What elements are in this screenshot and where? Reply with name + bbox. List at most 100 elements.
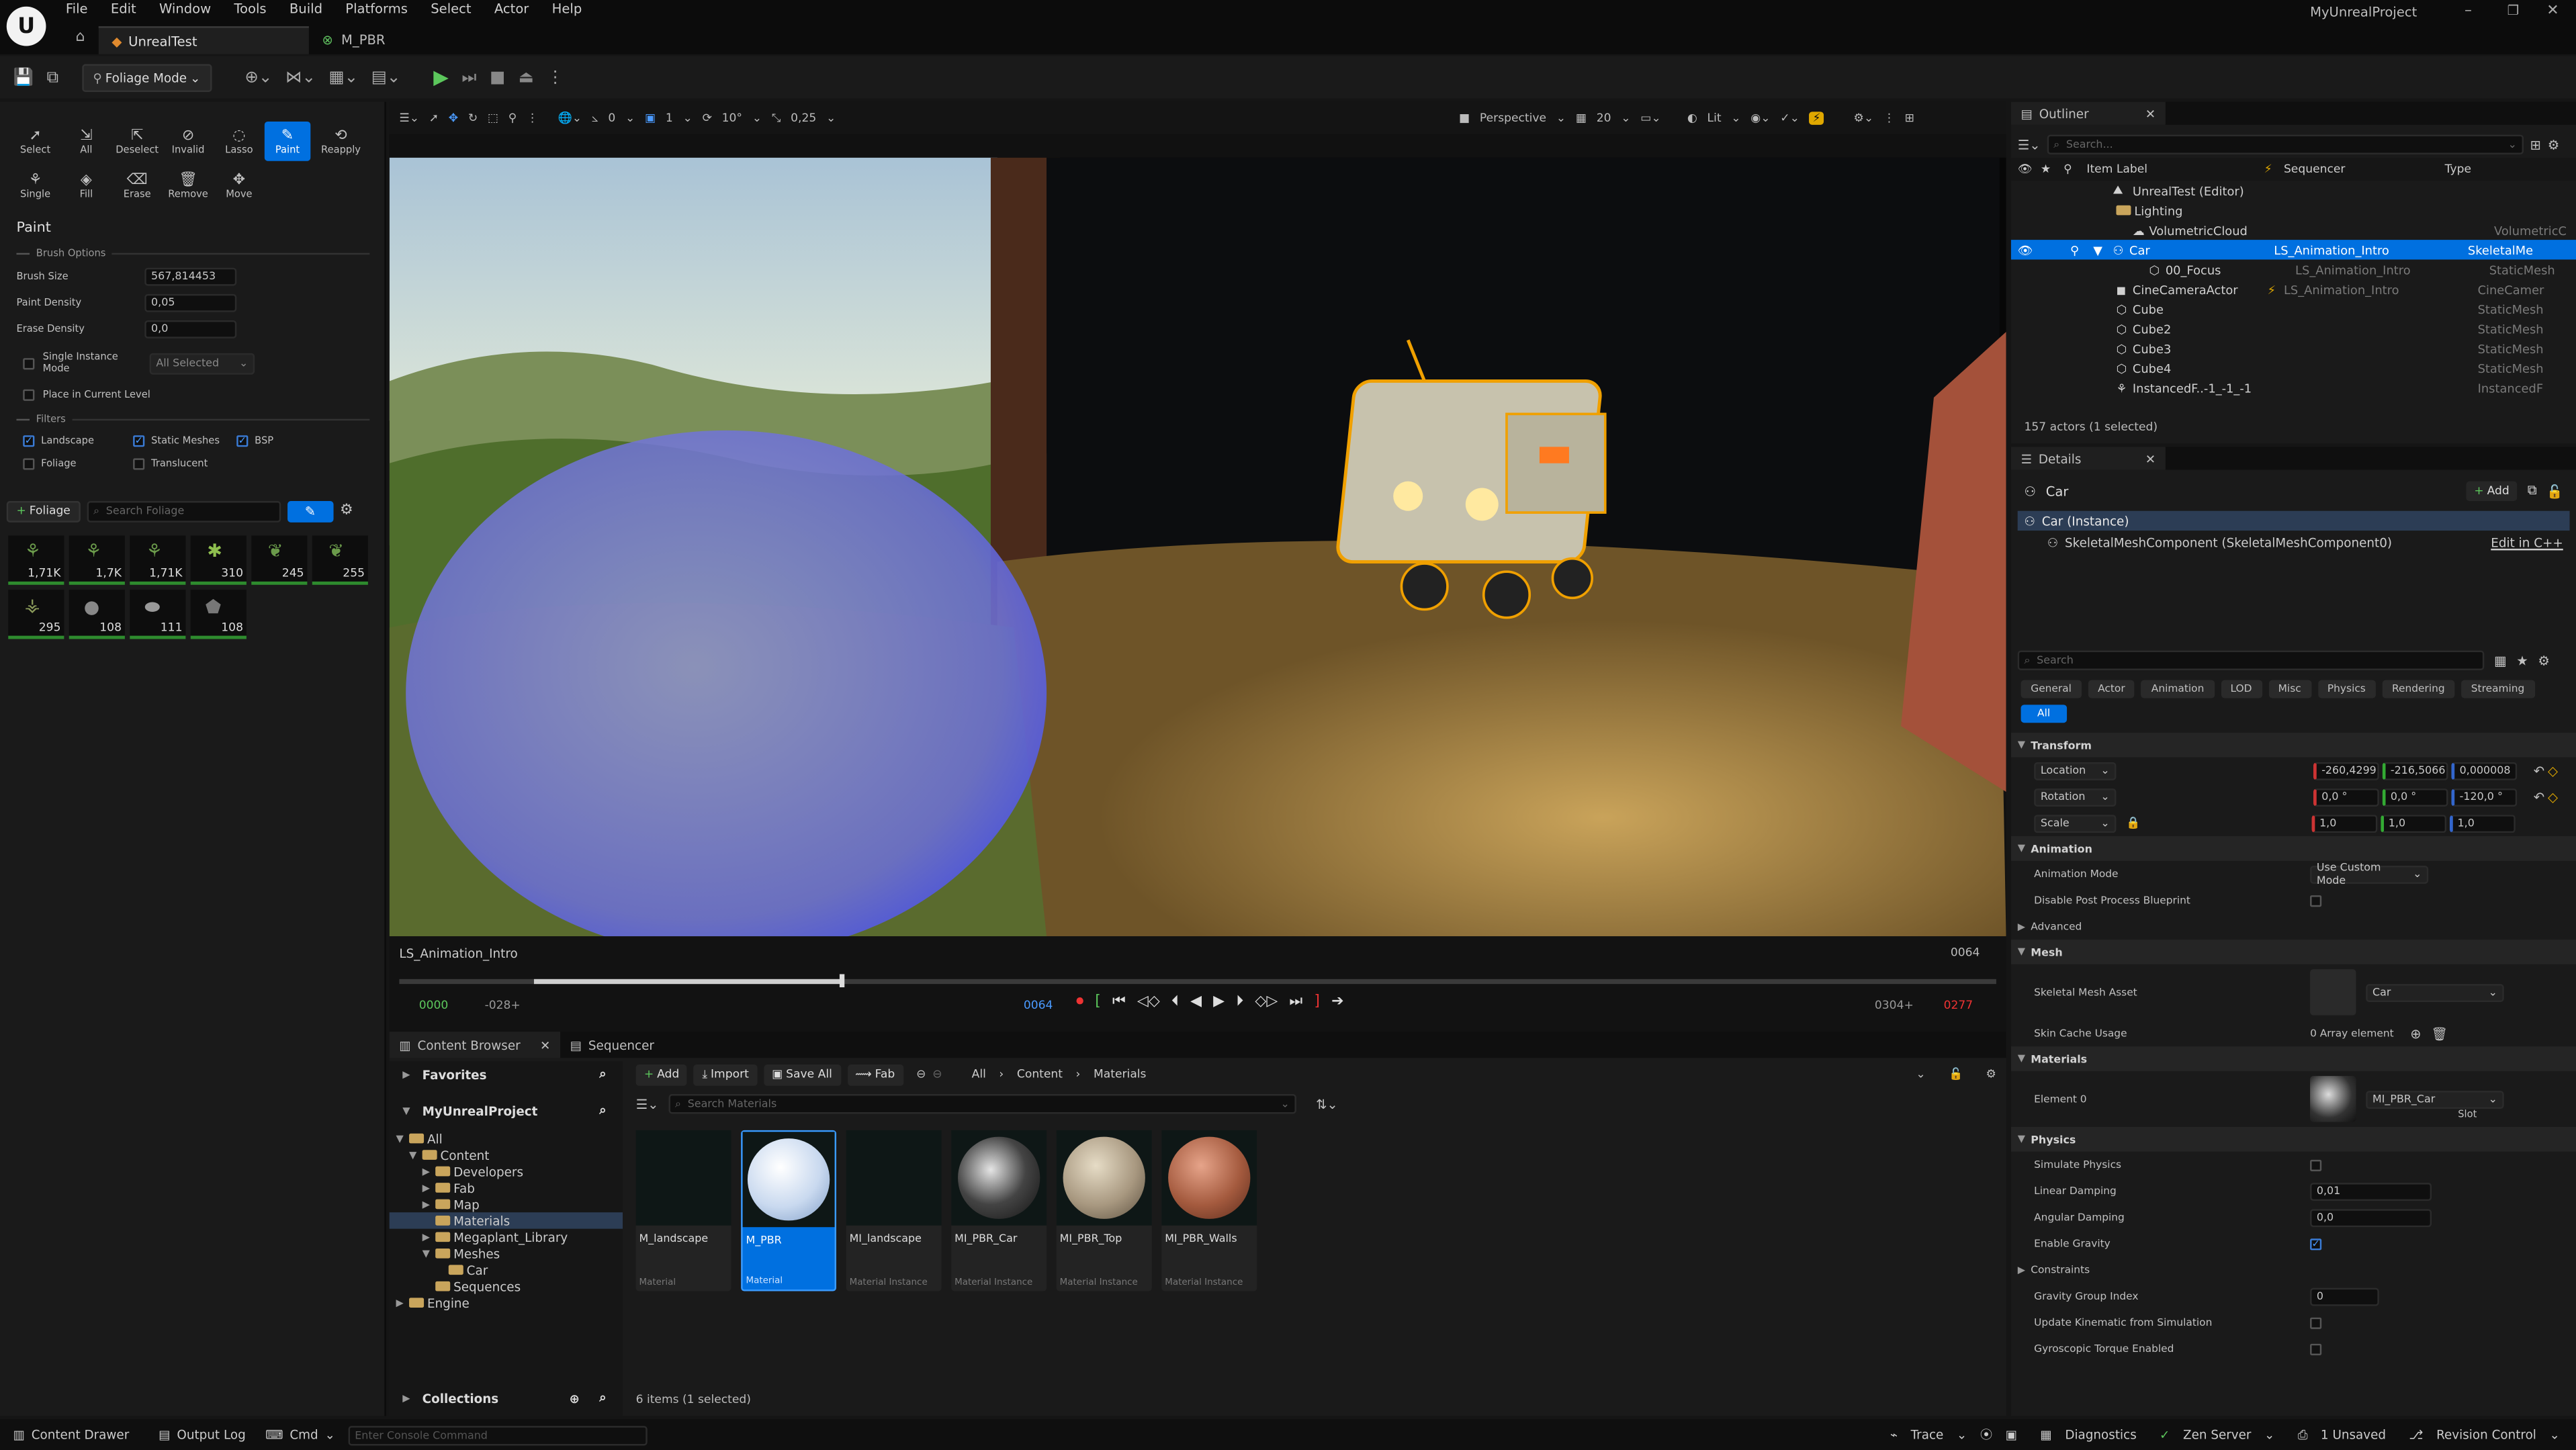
menu-tools[interactable]: Tools (234, 1, 266, 16)
outliner-row[interactable]: ⬡ Cube3 StaticMesh (2011, 338, 2576, 358)
cat-physics[interactable]: Physics (2317, 680, 2376, 698)
console-input[interactable]: Enter Console Command (348, 1424, 648, 1445)
disable-pp-checkbox[interactable] (2310, 894, 2322, 906)
tree-item[interactable]: ▶ Fab (390, 1179, 623, 1195)
outliner-row[interactable]: ⬡ Cube4 StaticMesh (2011, 358, 2576, 377)
unreal-logo[interactable]: U (6, 6, 46, 46)
rotation-snap-value[interactable]: 10° (722, 111, 742, 125)
tree-item[interactable]: ▼ Content (390, 1146, 623, 1163)
tab-outliner[interactable]: ▤ Outliner ✕ (2010, 101, 2166, 125)
grid-snap-value[interactable]: 1 (666, 111, 673, 125)
foliage-item[interactable]: ⬬ 111 (130, 590, 186, 639)
cat-rendering[interactable]: Rendering (2382, 680, 2455, 698)
output-log-button[interactable]: ▤ Output Log (152, 1428, 252, 1443)
cmd-dropdown[interactable]: ⌨ Cmd ⌄ (259, 1428, 341, 1443)
add-element-icon[interactable]: ⊕ (2410, 1026, 2421, 1041)
cat-actor[interactable]: Actor (2088, 680, 2135, 698)
scale-snap-value[interactable]: 0,25 (791, 111, 816, 125)
close-icon[interactable]: ✕ (2145, 106, 2156, 121)
outliner-row-selected[interactable]: 👁 ⚲ ▼ ⚇ Car LS_Animation_Intro SkeletalMe (2010, 240, 2576, 260)
outliner-row[interactable]: ⬡ Cube StaticMesh (2011, 299, 2576, 318)
jump-start-icon[interactable]: ⏮ (1112, 994, 1126, 1010)
realtime-icon[interactable]: ⚡ (1809, 111, 1824, 125)
revision-control-button[interactable]: Revision Control (2436, 1428, 2536, 1443)
playhead[interactable] (839, 974, 845, 988)
tab-sequencer[interactable]: ▤ Sequencer (570, 1038, 654, 1052)
foliage-item[interactable]: ⚘ 1,7K (69, 535, 125, 585)
tool-reapply[interactable]: ⟲ Reapply (316, 122, 367, 161)
menu-platforms[interactable]: Platforms (345, 1, 408, 16)
unsaved-icon[interactable]: ⎙ (2298, 1426, 2308, 1443)
scale-z[interactable]: 1,0 (2449, 813, 2516, 832)
menu-edit[interactable]: Edit (111, 1, 136, 16)
breadcrumb-item[interactable]: Content (1017, 1068, 1063, 1081)
tab-unrealtest[interactable]: ◆ UnrealTest (98, 26, 309, 54)
angular-damping-field[interactable]: 0,0 (2310, 1208, 2432, 1226)
scale-icon[interactable]: ⬚ (488, 111, 498, 125)
translate-icon[interactable]: ✥ (449, 111, 458, 125)
keyframe-icon[interactable]: ◇ (2548, 763, 2558, 778)
column-type[interactable]: Type (2445, 163, 2471, 176)
advanced-row[interactable]: ▶ Advanced (2011, 913, 2576, 940)
filter-foliage-checkbox[interactable] (23, 457, 35, 469)
asset-tile[interactable]: MI_PBR_Car Material Instance (951, 1130, 1047, 1292)
level-viewport[interactable] (389, 134, 2006, 937)
location-z[interactable]: 0,000008 (2451, 761, 2518, 780)
favorites-header[interactable]: ▶ Favorites ⌕ (390, 1061, 623, 1087)
show-icon[interactable]: ◉⌄ (1750, 111, 1770, 125)
mode-dropdown[interactable]: ⚲ Foliage Mode ⌄ (81, 63, 212, 91)
add-collection-icon[interactable]: ⊕ (570, 1391, 580, 1406)
next-key-icon[interactable]: ◇▷ (1255, 994, 1278, 1010)
save-all-button[interactable]: ▣ Save All (763, 1063, 841, 1085)
grid-snap-icon[interactable]: ▣ (645, 111, 656, 125)
lock-icon[interactable]: 🔓 (1949, 1068, 1963, 1081)
add-button[interactable]: + Add (635, 1063, 688, 1085)
home-icon[interactable]: ⌂ (76, 30, 85, 46)
import-button[interactable]: ⤓ Import (694, 1063, 758, 1085)
outliner-row[interactable]: ⚘ InstancedF..-1_-1_-1 InstancedF (2011, 378, 2576, 398)
rotation-snap-icon[interactable]: ⟳ (703, 111, 712, 125)
gravity-group-field[interactable]: 0 (2310, 1287, 2379, 1306)
prev-key-icon[interactable]: ◁◇ (1137, 994, 1160, 1010)
section-physics[interactable]: ▼ Physics (2010, 1126, 2576, 1152)
revision-control-icon[interactable]: ⎇ (2409, 1428, 2423, 1443)
rotation-x[interactable]: 0,0 ° (2313, 787, 2379, 806)
outliner-row[interactable]: ⛰ UnrealTest (Editor) (2011, 181, 2576, 200)
table-view-icon[interactable]: ▦ (2494, 653, 2506, 668)
tree-item[interactable]: ▼ All (390, 1130, 623, 1146)
close-icon[interactable]: ✕ (2145, 451, 2156, 465)
pin-icon[interactable]: ⚲ (2070, 242, 2093, 257)
section-mesh[interactable]: ▼ Mesh (2010, 940, 2576, 964)
start-offset[interactable]: -028+ (485, 999, 521, 1012)
column-item-label[interactable]: Item Label (2086, 163, 2264, 176)
tab-details[interactable]: ☰ Details ✕ (2010, 447, 2166, 470)
skeletal-mesh-dropdown[interactable]: Car ⌄ (2366, 983, 2504, 1001)
cat-animation[interactable]: Animation (2141, 680, 2215, 698)
fab-button[interactable]: ⟿ Fab (846, 1063, 903, 1085)
outliner-row[interactable]: ☁ VolumetricCloud VolumetricC (2011, 220, 2576, 240)
viewport-menu-icon[interactable]: ☰⌄ (399, 111, 419, 125)
end-offset[interactable]: 0304+ (1875, 999, 1914, 1012)
asset-tile[interactable]: MI_PBR_Top Material Instance (1056, 1130, 1152, 1292)
menu-actor[interactable]: Actor (494, 1, 529, 16)
rotation-z[interactable]: -120,0 ° (2451, 787, 2518, 806)
location-x[interactable]: -260,4299 (2313, 761, 2379, 780)
breadcrumb-item[interactable]: All (972, 1068, 986, 1081)
blueprint-icon[interactable]: ⧉ (2528, 483, 2537, 499)
play-reverse-icon[interactable]: ◀ (1190, 994, 1202, 1010)
search-icon[interactable]: ⌕ (599, 1390, 606, 1406)
set-start-icon[interactable]: [ (1095, 994, 1101, 1010)
foliage-item[interactable]: ⚶ 295 (8, 590, 64, 639)
sort-icon[interactable]: ⇅⌄ (1316, 1097, 1338, 1112)
scale-x[interactable]: 1,0 (2311, 813, 2377, 832)
reset-icon[interactable]: ↶ (2534, 789, 2544, 804)
search-icon[interactable]: ⌕ (599, 1102, 606, 1118)
rotation-y[interactable]: 0,0 ° (2382, 787, 2448, 806)
select-mode-icon[interactable]: ➚ (429, 111, 439, 125)
asset-tile[interactable]: M_landscape Material (635, 1130, 731, 1292)
column-sequencer[interactable]: Sequencer (2284, 163, 2445, 176)
animation-mode-dropdown[interactable]: Use Custom Mode ⌄ (2310, 861, 2429, 887)
foliage-item[interactable]: ⚘ 1,71K (8, 535, 64, 585)
section-animation[interactable]: ▼ Animation (2010, 836, 2576, 861)
menu-select[interactable]: Select (431, 1, 471, 16)
